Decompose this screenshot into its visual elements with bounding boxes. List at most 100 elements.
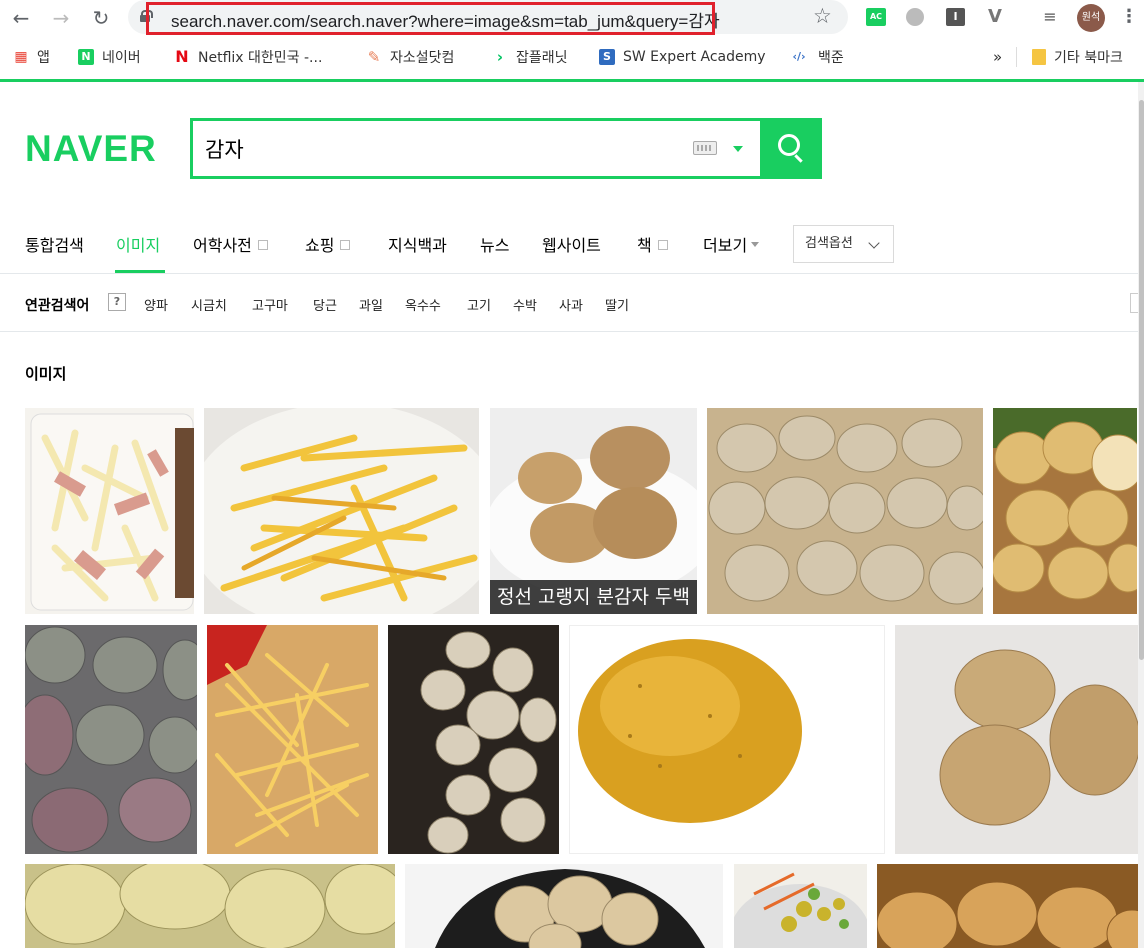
bookmark-label: 백준 [818,50,844,66]
tab-encyclopedia[interactable]: 지식백과 [388,232,447,256]
tab-label: 이미지 [116,236,161,255]
image-result[interactable] [569,625,885,854]
image-result[interactable] [707,408,983,614]
media-queue-icon[interactable]: ≡ [1040,8,1060,26]
scrollbar-thumb[interactable] [1139,100,1144,660]
image-result[interactable] [25,408,194,614]
reload-icon[interactable]: ↻ [88,6,114,30]
related-title: 연관검색어 [25,298,90,314]
tab-dictionary[interactable]: 어학사전 [193,232,268,256]
tab-books[interactable]: 책 [637,232,668,256]
image-result[interactable] [25,864,395,948]
code-icon: ‹/› [792,50,806,63]
tab-shopping[interactable]: 쇼핑 [305,232,351,256]
bookmark-star-icon[interactable]: ☆ [813,4,832,28]
tab-label: 쇼핑 [305,236,335,255]
bookmark-label: Netflix 대한민국 -... [198,50,323,66]
bookmark-naver[interactable]: N 네이버 [78,47,141,67]
related-item[interactable]: 시금치 [191,295,227,314]
bookmark-label: 기타 북마크 [1054,50,1123,66]
potatoes-in-bag-image [435,869,705,948]
image-caption: 정선 고랭지 분감자 두백 [490,580,697,614]
bookmarks-overflow[interactable]: » [993,47,1002,67]
naver-logo[interactable]: NAVER [25,128,157,170]
tab-label: 더보기 [703,236,748,255]
related-searches: 연관검색어 ? 양파 시금치 고구마 당근 과일 옥수수 고기 수박 사과 딸기 [0,275,1144,332]
related-item[interactable]: 고구마 [252,295,288,314]
extension-ac-icon[interactable]: AC [866,8,886,26]
fries-in-bag-image [207,625,369,847]
image-result[interactable] [388,625,559,854]
salad-image [734,872,867,948]
help-icon[interactable]: ? [108,293,126,311]
tab-label: 통합검색 [25,236,84,255]
image-result[interactable] [734,864,867,948]
bookmark-other[interactable]: 기타 북마크 [1032,47,1123,67]
url-highlight-box [146,2,715,35]
related-item[interactable]: 고기 [467,295,491,314]
section-title: 이미지 [25,365,67,383]
search-options-button[interactable]: 검색옵션 [793,225,894,263]
related-item[interactable]: 수박 [513,295,537,314]
forward-arrow-icon[interactable]: → [48,6,74,30]
search-icon-handle [794,154,803,163]
related-item[interactable]: 당근 [313,295,337,314]
search-input[interactable] [205,133,675,165]
related-item[interactable]: 사과 [559,295,583,314]
external-box-icon [257,239,268,250]
browser-toolbar: ← → ↻ search.naver.com/search.naver?wher… [0,0,1144,36]
profile-avatar[interactable]: 원석 [1077,4,1105,32]
related-item[interactable]: 옥수수 [405,295,441,314]
netflix-n-icon: N [175,47,189,66]
keyboard-icon[interactable] [693,141,717,155]
extension-v-icon[interactable]: V [984,8,1006,26]
caret-down-icon [751,242,760,247]
header-green-line [0,79,1144,82]
search-box [190,118,822,179]
extension-circle-icon[interactable] [906,8,924,26]
related-item[interactable]: 양파 [144,295,168,314]
bookmark-label: SW Expert Academy [623,49,766,65]
potato-pile-image [708,415,983,605]
s-icon: S [599,49,615,65]
image-result[interactable] [25,625,197,854]
related-item[interactable]: 과일 [359,295,383,314]
related-item[interactable]: 딸기 [605,295,629,314]
three-potatoes-image [939,649,1138,826]
bookmark-divider [1016,47,1017,67]
folder-icon [1032,49,1046,65]
bookmark-swea[interactable]: S SW Expert Academy [599,47,766,67]
external-box-icon [340,239,351,250]
image-result[interactable] [993,408,1137,614]
image-result[interactable] [207,625,378,854]
caret-down-icon[interactable] [733,146,743,152]
bookmark-label: 네이버 [102,50,141,66]
tab-news[interactable]: 뉴스 [480,232,509,256]
potatoes-dark-image [420,631,557,854]
bookmark-baekjoon[interactable]: ‹/› 백준 [788,47,844,67]
menu-kebab-icon[interactable]: ⋮ [1120,6,1138,27]
tab-more[interactable]: 더보기 [703,232,760,256]
search-options-label: 검색옵션 [805,236,853,251]
tab-websites[interactable]: 웹사이트 [542,232,601,256]
bookmark-netflix[interactable]: N Netflix 대한민국 -... [174,47,322,67]
image-result[interactable] [204,408,479,614]
purple-potatoes-image [25,626,197,853]
extension-i-icon[interactable]: I [946,8,965,26]
potatoes-in-basket-image [993,408,1137,600]
bookmark-apps[interactable]: ▦ 앱 [13,47,50,67]
tab-label: 뉴스 [480,236,510,255]
back-arrow-icon[interactable]: ← [8,6,34,30]
tab-integrated[interactable]: 통합검색 [25,232,84,256]
tab-label: 웹사이트 [542,236,601,255]
bookmark-jasoseol[interactable]: ✎ 자소설닷컴 [366,47,455,67]
tab-images[interactable]: 이미지 [116,232,160,256]
image-result[interactable] [405,864,723,948]
image-result[interactable]: 정선 고랭지 분감자 두백 [490,408,697,614]
bookmark-jobplanet[interactable]: › 잡플래닛 [492,47,568,67]
image-result[interactable] [877,864,1138,948]
image-result[interactable] [895,625,1138,854]
apps-grid-icon: ▦ [14,49,28,65]
chevron-icon: › [496,48,504,66]
search-button[interactable] [760,118,822,179]
